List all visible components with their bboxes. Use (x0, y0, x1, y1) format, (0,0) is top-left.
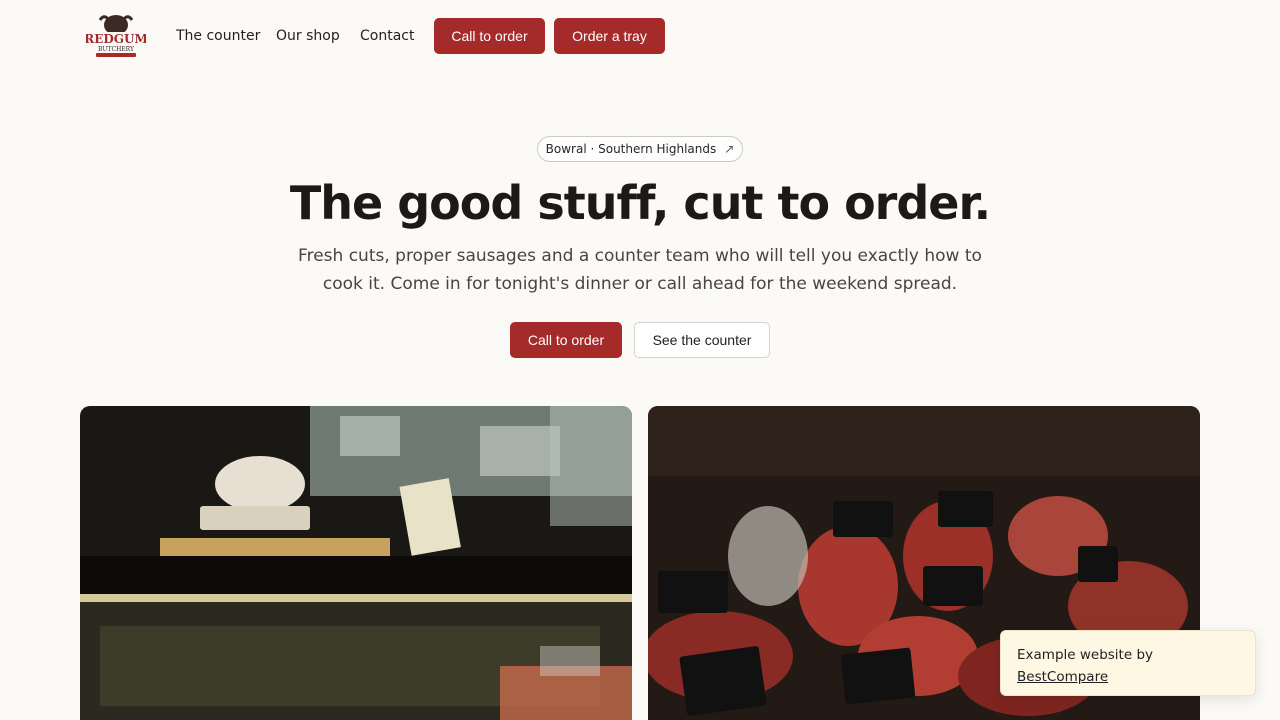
bestcompare-link[interactable]: BestCompare (1017, 669, 1108, 685)
arrow-up-right-icon: ↗ (724, 142, 735, 156)
site-header: REDGUM BUTCHERY The counter Our shop Con… (0, 0, 1280, 72)
see-the-counter-button[interactable]: See the counter (634, 322, 770, 358)
header-call-to-order-button[interactable]: Call to order (434, 18, 545, 54)
counter-photo (80, 406, 632, 720)
location-label: Bowral · Southern Highlands (545, 142, 717, 156)
svg-text:BUTCHERY: BUTCHERY (98, 46, 135, 53)
example-website-toast: Example website by BestCompare (1000, 630, 1256, 696)
hero-title: The good stuff, cut to order. (289, 176, 991, 230)
bull-head-logo: REDGUM BUTCHERY (84, 15, 148, 57)
location-badge[interactable]: Bowral · Southern Highlands ↗ (537, 136, 743, 162)
nav-link-the-counter[interactable]: The counter (176, 26, 260, 46)
order-a-tray-button[interactable]: Order a tray (554, 18, 665, 54)
brand-logo[interactable]: REDGUM BUTCHERY (84, 12, 148, 60)
toast-text: Example website by (1017, 647, 1154, 663)
hero-call-to-order-button[interactable]: Call to order (510, 322, 622, 358)
nav-link-our-shop[interactable]: Our shop (276, 26, 340, 46)
hero-subtitle: Fresh cuts, proper sausages and a counte… (298, 246, 982, 294)
nav-link-contact[interactable]: Contact (360, 26, 414, 46)
svg-text:REDGUM: REDGUM (86, 32, 146, 46)
